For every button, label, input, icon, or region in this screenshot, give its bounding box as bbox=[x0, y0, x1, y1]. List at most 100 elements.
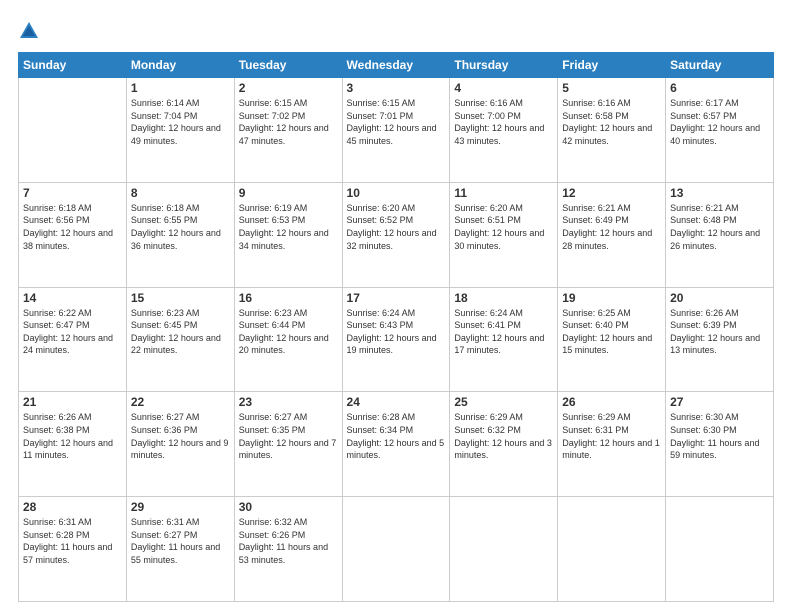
calendar-cell: 17 Sunrise: 6:24 AMSunset: 6:43 PMDayligh… bbox=[342, 287, 450, 392]
day-number: 11 bbox=[454, 186, 553, 200]
calendar-cell bbox=[666, 497, 774, 602]
calendar-cell bbox=[342, 497, 450, 602]
day-info: Sunrise: 6:24 AMSunset: 6:43 PMDaylight:… bbox=[347, 307, 446, 357]
weekday-header-thursday: Thursday bbox=[450, 53, 558, 78]
day-number: 12 bbox=[562, 186, 661, 200]
day-number: 20 bbox=[670, 291, 769, 305]
calendar-cell: 7 Sunrise: 6:18 AMSunset: 6:56 PMDaylight… bbox=[19, 182, 127, 287]
day-info: Sunrise: 6:20 AMSunset: 6:52 PMDaylight:… bbox=[347, 202, 446, 252]
day-info: Sunrise: 6:32 AMSunset: 6:26 PMDaylight:… bbox=[239, 516, 338, 566]
day-info: Sunrise: 6:27 AMSunset: 6:36 PMDaylight:… bbox=[131, 411, 230, 461]
day-number: 4 bbox=[454, 81, 553, 95]
weekday-header-wednesday: Wednesday bbox=[342, 53, 450, 78]
day-info: Sunrise: 6:22 AMSunset: 6:47 PMDaylight:… bbox=[23, 307, 122, 357]
day-number: 17 bbox=[347, 291, 446, 305]
day-info: Sunrise: 6:18 AMSunset: 6:56 PMDaylight:… bbox=[23, 202, 122, 252]
day-number: 5 bbox=[562, 81, 661, 95]
calendar-cell: 22 Sunrise: 6:27 AMSunset: 6:36 PMDayligh… bbox=[126, 392, 234, 497]
calendar-cell: 14 Sunrise: 6:22 AMSunset: 6:47 PMDayligh… bbox=[19, 287, 127, 392]
day-number: 22 bbox=[131, 395, 230, 409]
calendar-cell: 10 Sunrise: 6:20 AMSunset: 6:52 PMDayligh… bbox=[342, 182, 450, 287]
day-info: Sunrise: 6:18 AMSunset: 6:55 PMDaylight:… bbox=[131, 202, 230, 252]
day-info: Sunrise: 6:26 AMSunset: 6:38 PMDaylight:… bbox=[23, 411, 122, 461]
day-info: Sunrise: 6:26 AMSunset: 6:39 PMDaylight:… bbox=[670, 307, 769, 357]
day-number: 15 bbox=[131, 291, 230, 305]
day-number: 6 bbox=[670, 81, 769, 95]
weekday-header-friday: Friday bbox=[558, 53, 666, 78]
day-info: Sunrise: 6:17 AMSunset: 6:57 PMDaylight:… bbox=[670, 97, 769, 147]
calendar-cell: 16Sunrise: 6:23 AMSunset: 6:44 PMDayligh… bbox=[234, 287, 342, 392]
day-number: 29 bbox=[131, 500, 230, 514]
logo bbox=[18, 18, 44, 42]
day-number: 19 bbox=[562, 291, 661, 305]
day-info: Sunrise: 6:29 AMSunset: 6:32 PMDaylight:… bbox=[454, 411, 553, 461]
day-info: Sunrise: 6:20 AMSunset: 6:51 PMDaylight:… bbox=[454, 202, 553, 252]
weekday-header-tuesday: Tuesday bbox=[234, 53, 342, 78]
calendar-cell: 28 Sunrise: 6:31 AMSunset: 6:28 PMDayligh… bbox=[19, 497, 127, 602]
calendar-cell: 8 Sunrise: 6:18 AMSunset: 6:55 PMDaylight… bbox=[126, 182, 234, 287]
day-number: 18 bbox=[454, 291, 553, 305]
week-row-2: 7 Sunrise: 6:18 AMSunset: 6:56 PMDaylight… bbox=[19, 182, 774, 287]
day-info: Sunrise: 6:19 AMSunset: 6:53 PMDaylight:… bbox=[239, 202, 338, 252]
calendar-cell: 25 Sunrise: 6:29 AMSunset: 6:32 PMDayligh… bbox=[450, 392, 558, 497]
day-info: Sunrise: 6:28 AMSunset: 6:34 PMDaylight:… bbox=[347, 411, 446, 461]
day-number: 23 bbox=[239, 395, 338, 409]
day-number: 24 bbox=[347, 395, 446, 409]
calendar-cell: 1 Sunrise: 6:14 AMSunset: 7:04 PMDaylight… bbox=[126, 78, 234, 183]
day-number: 3 bbox=[347, 81, 446, 95]
week-row-1: 1 Sunrise: 6:14 AMSunset: 7:04 PMDaylight… bbox=[19, 78, 774, 183]
calendar-cell: 30 Sunrise: 6:32 AMSunset: 6:26 PMDayligh… bbox=[234, 497, 342, 602]
weekday-header-row: SundayMondayTuesdayWednesdayThursdayFrid… bbox=[19, 53, 774, 78]
calendar-cell: 23Sunrise: 6:27 AMSunset: 6:35 PMDayligh… bbox=[234, 392, 342, 497]
weekday-header-monday: Monday bbox=[126, 53, 234, 78]
day-info: Sunrise: 6:16 AMSunset: 7:00 PMDaylight:… bbox=[454, 97, 553, 147]
day-info: Sunrise: 6:30 AMSunset: 6:30 PMDaylight:… bbox=[670, 411, 769, 461]
calendar-cell: 13Sunrise: 6:21 AMSunset: 6:48 PMDayligh… bbox=[666, 182, 774, 287]
day-info: Sunrise: 6:16 AMSunset: 6:58 PMDaylight:… bbox=[562, 97, 661, 147]
logo-icon bbox=[18, 20, 40, 42]
calendar-cell: 4 Sunrise: 6:16 AMSunset: 7:00 PMDaylight… bbox=[450, 78, 558, 183]
calendar-cell bbox=[19, 78, 127, 183]
calendar-cell bbox=[450, 497, 558, 602]
calendar-cell: 12 Sunrise: 6:21 AMSunset: 6:49 PMDayligh… bbox=[558, 182, 666, 287]
calendar-cell: 20 Sunrise: 6:26 AMSunset: 6:39 PMDayligh… bbox=[666, 287, 774, 392]
day-info: Sunrise: 6:29 AMSunset: 6:31 PMDaylight:… bbox=[562, 411, 661, 461]
day-number: 10 bbox=[347, 186, 446, 200]
calendar-cell: 11 Sunrise: 6:20 AMSunset: 6:51 PMDayligh… bbox=[450, 182, 558, 287]
calendar-cell: 9 Sunrise: 6:19 AMSunset: 6:53 PMDaylight… bbox=[234, 182, 342, 287]
calendar-cell: 21 Sunrise: 6:26 AMSunset: 6:38 PMDayligh… bbox=[19, 392, 127, 497]
day-number: 9 bbox=[239, 186, 338, 200]
day-number: 25 bbox=[454, 395, 553, 409]
weekday-header-sunday: Sunday bbox=[19, 53, 127, 78]
week-row-4: 21 Sunrise: 6:26 AMSunset: 6:38 PMDayligh… bbox=[19, 392, 774, 497]
day-info: Sunrise: 6:24 AMSunset: 6:41 PMDaylight:… bbox=[454, 307, 553, 357]
calendar-cell: 2Sunrise: 6:15 AMSunset: 7:02 PMDaylight… bbox=[234, 78, 342, 183]
day-info: Sunrise: 6:31 AMSunset: 6:28 PMDaylight:… bbox=[23, 516, 122, 566]
calendar-cell: 6 Sunrise: 6:17 AMSunset: 6:57 PMDaylight… bbox=[666, 78, 774, 183]
calendar-table: SundayMondayTuesdayWednesdayThursdayFrid… bbox=[18, 52, 774, 602]
header bbox=[18, 18, 774, 42]
day-info: Sunrise: 6:23 AMSunset: 6:45 PMDaylight:… bbox=[131, 307, 230, 357]
day-number: 28 bbox=[23, 500, 122, 514]
calendar-cell: 27 Sunrise: 6:30 AMSunset: 6:30 PMDayligh… bbox=[666, 392, 774, 497]
week-row-3: 14 Sunrise: 6:22 AMSunset: 6:47 PMDayligh… bbox=[19, 287, 774, 392]
day-info: Sunrise: 6:14 AMSunset: 7:04 PMDaylight:… bbox=[131, 97, 230, 147]
calendar-cell bbox=[558, 497, 666, 602]
weekday-header-saturday: Saturday bbox=[666, 53, 774, 78]
day-number: 13 bbox=[670, 186, 769, 200]
day-info: Sunrise: 6:31 AMSunset: 6:27 PMDaylight:… bbox=[131, 516, 230, 566]
day-info: Sunrise: 6:15 AMSunset: 7:01 PMDaylight:… bbox=[347, 97, 446, 147]
day-info: Sunrise: 6:21 AMSunset: 6:49 PMDaylight:… bbox=[562, 202, 661, 252]
day-number: 7 bbox=[23, 186, 122, 200]
day-number: 2 bbox=[239, 81, 338, 95]
day-number: 21 bbox=[23, 395, 122, 409]
week-row-5: 28 Sunrise: 6:31 AMSunset: 6:28 PMDayligh… bbox=[19, 497, 774, 602]
calendar-cell: 3 Sunrise: 6:15 AMSunset: 7:01 PMDaylight… bbox=[342, 78, 450, 183]
day-number: 27 bbox=[670, 395, 769, 409]
day-info: Sunrise: 6:25 AMSunset: 6:40 PMDaylight:… bbox=[562, 307, 661, 357]
day-number: 30 bbox=[239, 500, 338, 514]
day-number: 14 bbox=[23, 291, 122, 305]
day-number: 1 bbox=[131, 81, 230, 95]
day-number: 8 bbox=[131, 186, 230, 200]
calendar-cell: 15 Sunrise: 6:23 AMSunset: 6:45 PMDayligh… bbox=[126, 287, 234, 392]
